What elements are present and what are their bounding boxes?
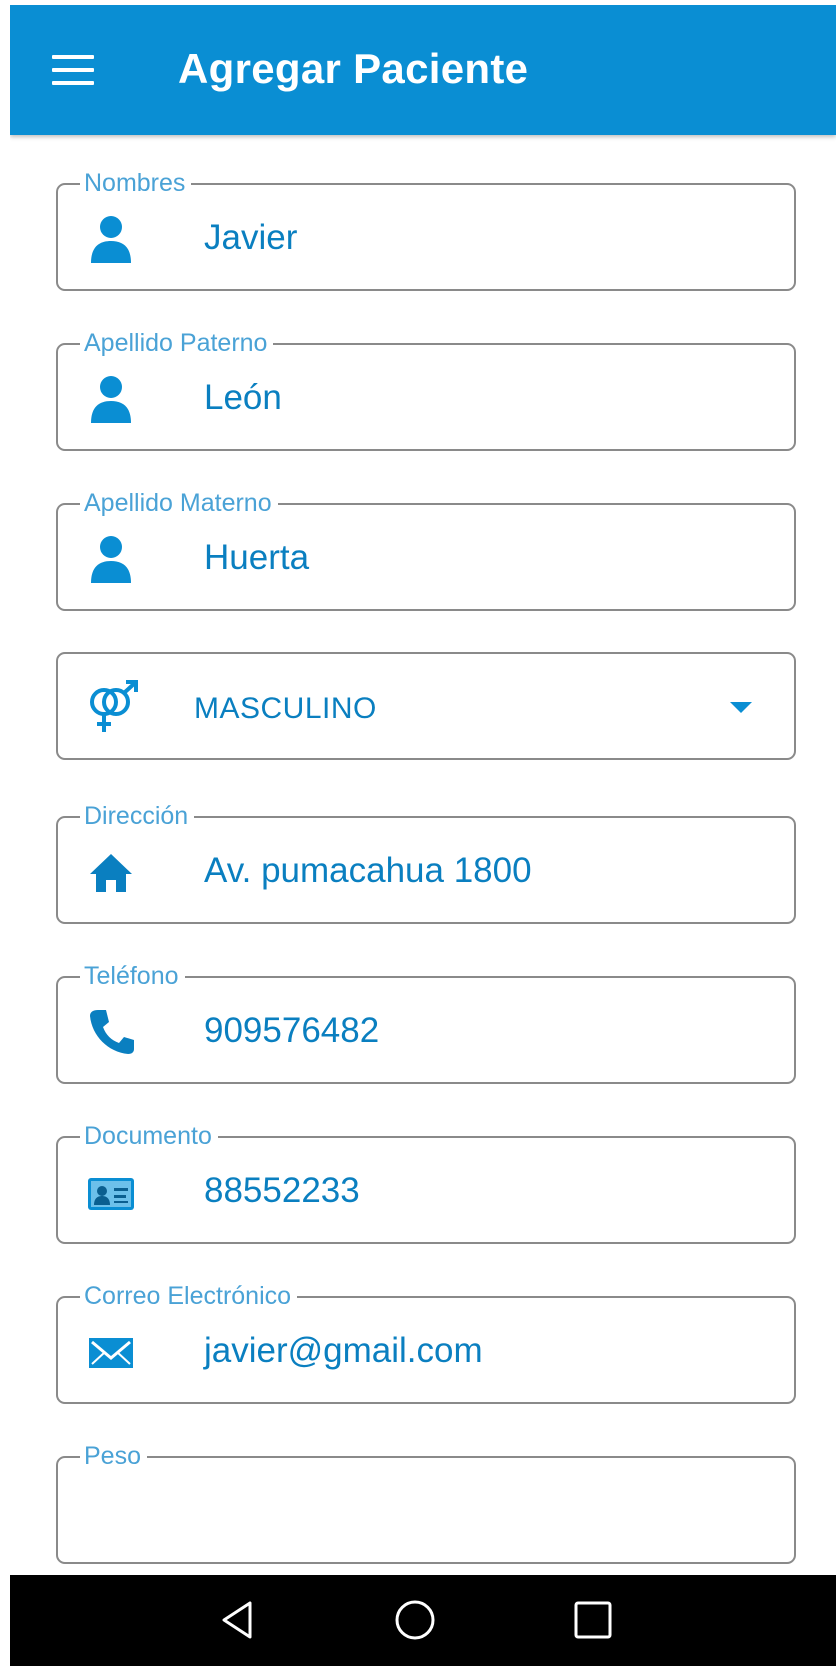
- page-title: Agregar Paciente: [178, 45, 529, 92]
- person-icon: [86, 213, 136, 265]
- id-card-icon: [86, 1166, 136, 1218]
- person-icon: [86, 373, 136, 425]
- documento-label: Documento: [80, 1121, 218, 1151]
- screen: Agregar Paciente Nombres Javier Apellido…: [10, 5, 836, 1666]
- correo-field[interactable]: Correo Electrónico javier@gmail.com: [56, 1281, 796, 1404]
- documento-input[interactable]: 88552233: [204, 1169, 360, 1213]
- nombres-field[interactable]: Nombres Javier: [56, 168, 796, 291]
- peso-label: Peso: [80, 1441, 147, 1471]
- phone-icon: [86, 1006, 136, 1058]
- apellido-materno-label: Apellido Materno: [80, 488, 278, 518]
- home-circle-icon[interactable]: [392, 1597, 438, 1643]
- apellido-paterno-field[interactable]: Apellido Paterno León: [56, 328, 796, 451]
- peso-field[interactable]: Peso: [56, 1441, 796, 1564]
- documento-field[interactable]: Documento 88552233: [56, 1121, 796, 1244]
- apellido-paterno-input[interactable]: León: [204, 376, 282, 420]
- direccion-input[interactable]: Av. pumacahua 1800: [204, 849, 532, 893]
- hamburger-menu-icon[interactable]: [52, 55, 96, 85]
- telefono-input[interactable]: 909576482: [204, 1009, 379, 1053]
- home-icon: [86, 846, 136, 898]
- sexo-select[interactable]: MASCULINO: [56, 652, 796, 760]
- nombres-input[interactable]: Javier: [204, 216, 297, 260]
- telefono-field[interactable]: Teléfono 909576482: [56, 961, 796, 1084]
- person-icon: [86, 533, 136, 585]
- back-icon[interactable]: [216, 1597, 262, 1643]
- gender-icon: [86, 680, 138, 732]
- telefono-label: Teléfono: [80, 961, 185, 991]
- direccion-field[interactable]: Dirección Av. pumacahua 1800: [56, 801, 796, 924]
- email-icon: [86, 1326, 136, 1378]
- chevron-down-icon[interactable]: [730, 702, 752, 713]
- apellido-materno-field[interactable]: Apellido Materno Huerta: [56, 488, 796, 611]
- apellido-paterno-label: Apellido Paterno: [80, 328, 274, 358]
- apellido-materno-input[interactable]: Huerta: [204, 536, 309, 580]
- nombres-label: Nombres: [80, 168, 192, 198]
- correo-label: Correo Electrónico: [80, 1281, 298, 1311]
- system-nav-bar: [10, 1575, 836, 1666]
- direccion-label: Dirección: [80, 801, 195, 831]
- app-bar: Agregar Paciente: [10, 5, 836, 135]
- sexo-selected-value: MASCULINO: [194, 692, 377, 725]
- recents-icon[interactable]: [570, 1597, 616, 1643]
- correo-input[interactable]: javier@gmail.com: [204, 1329, 483, 1373]
